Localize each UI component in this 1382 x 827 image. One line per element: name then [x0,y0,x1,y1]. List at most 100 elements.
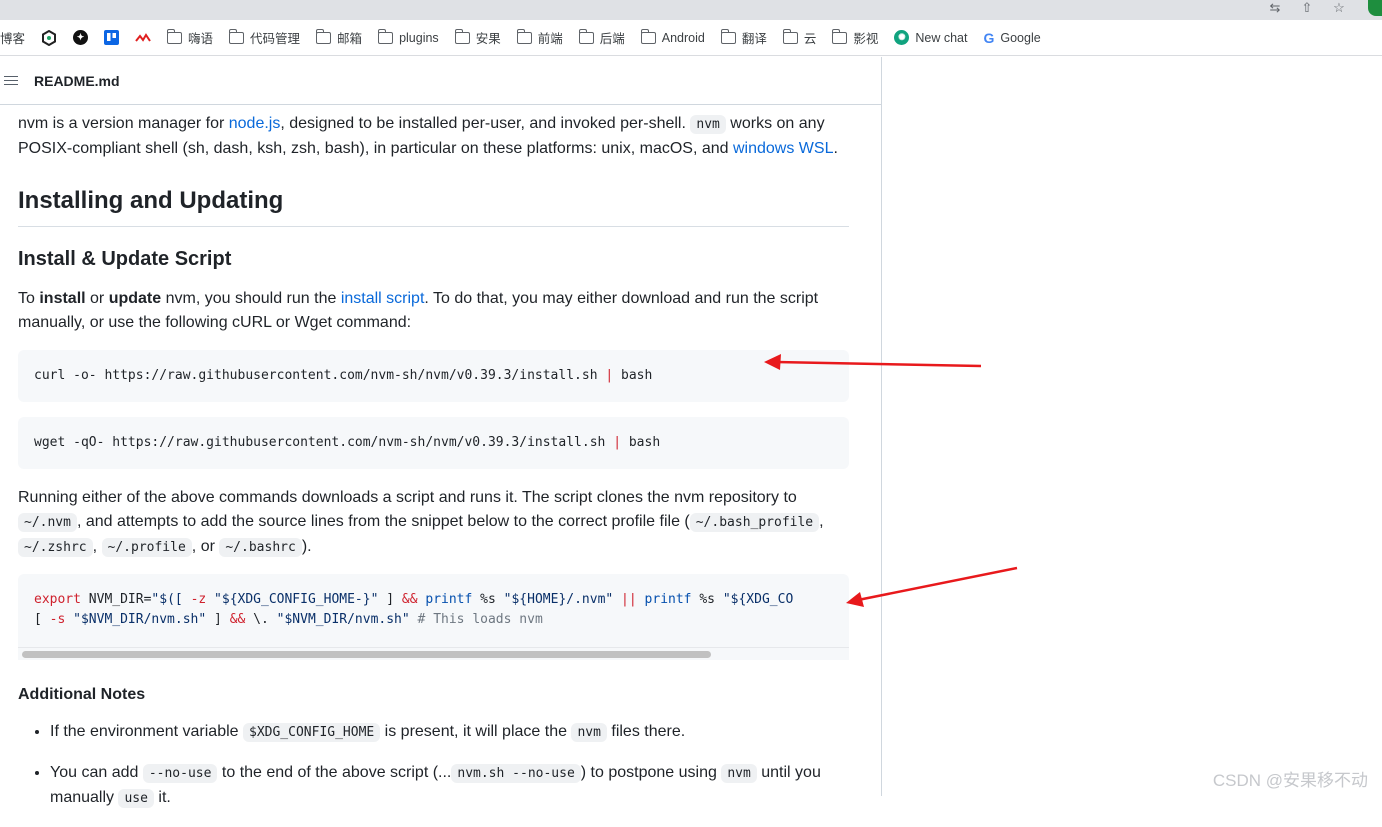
shield-icon[interactable] [1368,0,1382,16]
code-text: bash [621,435,661,450]
nodejs-link[interactable]: node.js [229,115,281,132]
code-keyword: -z [190,592,207,607]
inline-code: ~/.zshrc [18,538,93,557]
code-text: ] [206,612,230,627]
code-text: ] [378,592,402,607]
code-string: "$NVM_DIR/nvm.sh" [65,612,207,627]
panel-divider [881,57,882,796]
compass-logo-icon: ✦ [73,30,89,45]
heading-installing: Installing and Updating [18,186,849,227]
inline-code: nvm [721,764,757,783]
code-horizontal-scrollbar[interactable] [18,647,849,660]
openai-logo-icon: ✺ [894,30,910,45]
scrollbar-thumb[interactable] [22,651,711,658]
bookmark-folder-translate[interactable]: 翻译 [720,20,767,56]
bookmark-label: plugins [399,30,439,45]
code-text: %s [472,592,504,607]
text: You can add [50,764,143,781]
bold-text: update [108,290,162,307]
bookmark-folder-plugins[interactable]: plugins [378,20,439,56]
translate-icon[interactable]: ⇆ [1266,0,1284,16]
bookmark-folder-code[interactable]: 代码管理 [229,20,300,56]
google-logo-icon: G [983,29,995,46]
bookmark-trello[interactable] [104,20,120,56]
inline-code: ~/.profile [101,538,192,557]
bookmark-label: 影视 [853,32,879,46]
folder-icon [454,28,470,44]
text: , and attempts to add the source lines f… [76,513,690,530]
text: nvm is a version manager for [18,115,229,132]
inline-code: ~/.nvm [18,513,77,532]
bookmark-wave[interactable] [135,20,151,56]
inline-code: --no-use [142,764,218,783]
windows-wsl-link[interactable]: windows WSL [733,140,833,157]
inline-code: use [118,789,154,808]
notes-list: If the environment variable $XDG_CONFIG_… [18,720,849,827]
bookmark-folder-haiyu[interactable]: 嗨语 [167,20,213,56]
install-script-link[interactable]: install script [341,290,425,307]
code-keyword: -s [49,612,66,627]
intro-paragraph: nvm is a version manager for node.js, de… [18,112,849,161]
bookmark-label: Android [661,30,705,45]
share-icon[interactable]: ⇧ [1298,0,1316,16]
wget-code-block[interactable]: wget -qO- https://raw.githubusercontent.… [18,417,849,469]
bookmark-blog[interactable]: 博客 [0,20,25,56]
bookmark-new-chat[interactable]: ✺ New chat [894,20,967,56]
wave-logo-icon [135,32,151,42]
code-text: wget -qO- https://raw.githubusercontent.… [34,435,614,450]
text: , [819,513,824,530]
text: is present, it will place the [380,723,572,740]
bookmark-compass[interactable]: ✦ [73,20,89,56]
text: . [833,140,838,157]
folder-icon [640,28,656,44]
text: to the end of the above script (... [217,764,452,781]
bookmark-label: New chat [915,30,968,45]
bookmark-label: Google [1000,30,1041,45]
bookmarks-bar: 博客 ✦ 嗨语 代码管理 邮箱 plugins 安果 前端 后端 Android… [0,20,1382,56]
curl-code-block[interactable]: curl -o- https://raw.githubusercontent.c… [18,350,849,402]
inline-code: nvm [571,723,607,742]
list-item: If the environment variable $XDG_CONFIG_… [50,720,849,745]
bookmark-label: 安果 [475,32,501,46]
heading-additional-notes: Additional Notes [18,686,146,703]
code-pipe: | [613,435,622,450]
bookmark-folder-frontend[interactable]: 前端 [516,20,563,56]
text: nvm, you should run the [161,290,341,307]
code-text: bash [613,368,653,383]
bookmark-label: 翻译 [741,32,767,46]
code-string: "$([ [151,592,191,607]
code-text: %s [691,592,723,607]
text: or [85,290,109,307]
install-paragraph: To install or update nvm, you should run… [18,287,849,335]
watermark: CSDN @安果移不动 [1212,771,1368,790]
bold-text: install [39,290,86,307]
bookmark-hexagon[interactable] [41,20,57,56]
inline-code: $XDG_CONFIG_HOME [243,723,381,742]
bookmark-folder-backend[interactable]: 后端 [578,20,625,56]
outline-list-icon[interactable] [4,75,18,87]
folder-icon [782,28,798,44]
bookmark-folder-cloud[interactable]: 云 [782,20,817,56]
bookmark-label: 前端 [537,32,563,46]
code-keyword: || [613,592,637,607]
text: To [18,290,40,307]
bookmark-folder-mail[interactable]: 邮箱 [316,20,362,56]
code-text: NVM_DIR= [80,592,152,607]
code-function: printf [636,592,692,607]
bookmark-google[interactable]: G Google [983,20,1040,56]
code-string: "$NVM_DIR/nvm.sh" [276,612,410,627]
text: files there. [606,723,686,740]
text: , or [191,538,220,555]
heading-install-script: Install & Update Script [18,248,232,270]
inline-code: ~/.bash_profile [689,513,820,532]
star-icon[interactable]: ☆ [1330,0,1348,16]
browser-top-strip: ⇆ ⇧ ☆ [0,0,1382,20]
code-string: "${HOME}/.nvm" [503,592,614,607]
bookmark-label: 云 [803,32,817,46]
bookmark-folder-anguo[interactable]: 安果 [454,20,501,56]
bookmark-folder-android[interactable]: Android [640,20,705,56]
bookmark-folder-video[interactable]: 影视 [832,20,878,56]
folder-icon [229,28,245,44]
code-function: printf [417,592,473,607]
list-item: You can add --no-use to the end of the a… [50,761,849,811]
